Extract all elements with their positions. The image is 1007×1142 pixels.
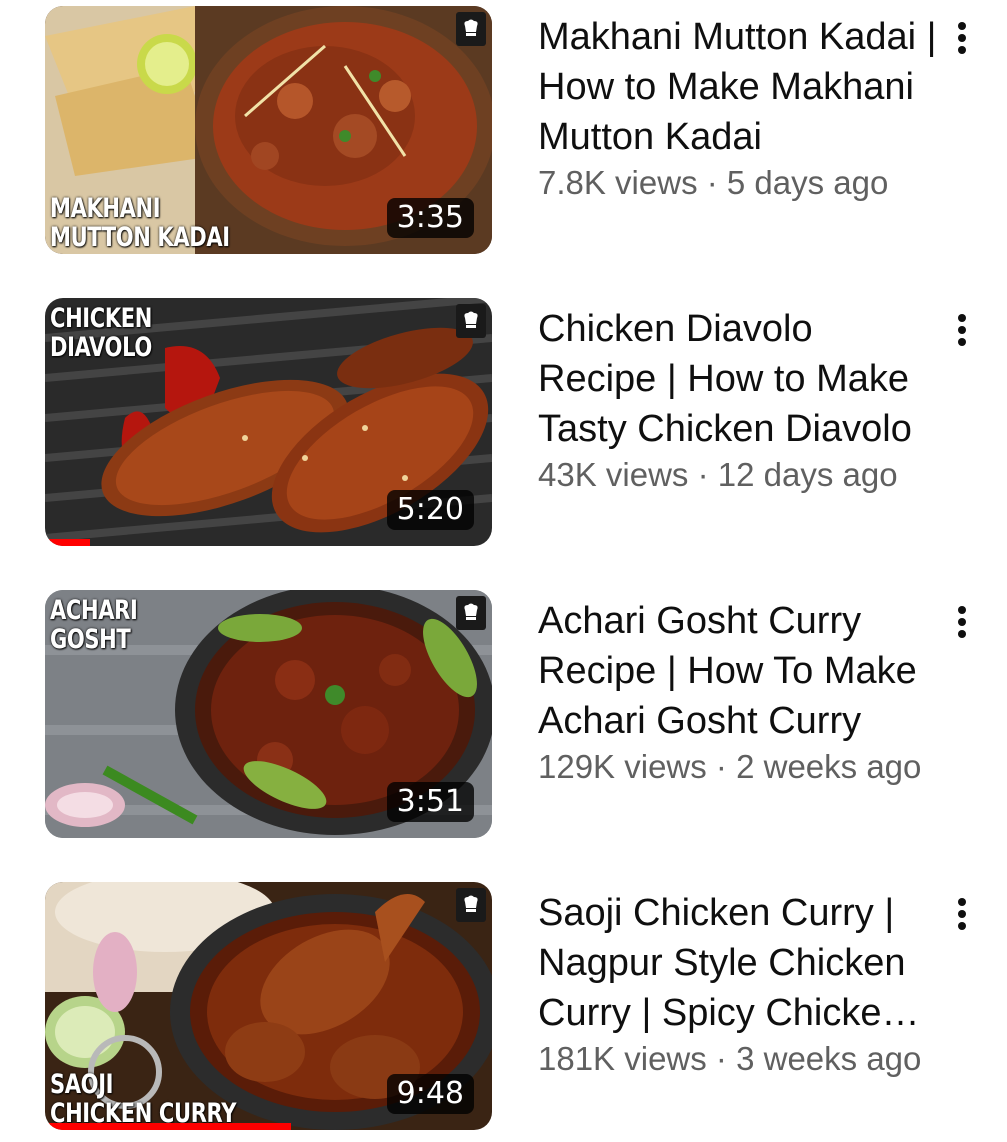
video-item[interactable]: CHICKEN DIAVOLO 5:20 Chicken Diavolo Rec… [0,298,1007,558]
meta-separator: · [688,456,718,493]
channel-logo-icon [456,304,486,338]
meta-separator: · [706,1040,737,1077]
channel-logo-icon [456,888,486,922]
overlay-line: CHICKEN [50,303,152,334]
video-info[interactable]: Achari Gosht Curry Recipe | How To Make … [538,596,938,788]
video-thumbnail[interactable]: ACHARI GOSHT 3:51 [45,590,492,838]
video-duration: 3:35 [386,198,474,238]
video-title[interactable]: Saoji Chicken Curry | Nagpur Style Chick… [538,888,938,1038]
video-info[interactable]: Saoji Chicken Curry | Nagpur Style Chick… [538,888,938,1080]
video-duration: 5:20 [386,490,474,530]
video-meta: 43K views · 12 days ago [538,454,938,496]
watch-progress-bar [45,539,90,546]
video-thumbnail[interactable]: CHICKEN DIAVOLO 5:20 [45,298,492,546]
video-meta: 7.8K views · 5 days ago [538,162,938,204]
video-title[interactable]: Makhani Mutton Kadai | How to Make Makha… [538,12,938,162]
thumbnail-overlay-text: MAKHANI MUTTON KADAI [50,194,230,252]
video-item[interactable]: ACHARI GOSHT 3:51 Achari Gosht Curry Rec… [0,590,1007,850]
overlay-line: SAOJI [50,1069,114,1100]
more-vert-icon [958,314,966,346]
upload-age: 2 weeks ago [736,748,922,785]
thumbnail-overlay-text: SAOJI CHICKEN CURRY [50,1070,236,1128]
view-count: 129K views [538,748,707,785]
view-count: 181K views [538,1040,707,1077]
overlay-line: MUTTON KADAI [50,222,230,253]
channel-logo-icon [456,12,486,46]
more-vert-icon [958,898,966,930]
overlay-line: DIAVOLO [50,332,152,363]
video-meta: 129K views · 2 weeks ago [538,746,938,788]
video-meta: 181K views · 3 weeks ago [538,1038,938,1080]
view-count: 43K views [538,456,689,493]
meta-separator: · [706,748,737,785]
more-vert-icon [958,22,966,54]
video-duration: 3:51 [386,782,474,822]
overlay-line: GOSHT [50,624,131,655]
more-options-button[interactable] [946,892,978,936]
more-vert-icon [958,606,966,638]
video-title[interactable]: Achari Gosht Curry Recipe | How To Make … [538,596,938,746]
video-info[interactable]: Makhani Mutton Kadai | How to Make Makha… [538,12,938,204]
thumbnail-overlay-text: CHICKEN DIAVOLO [50,304,152,362]
more-options-button[interactable] [946,600,978,644]
video-item[interactable]: SAOJI CHICKEN CURRY 9:48 Saoji Chicken C… [0,882,1007,1142]
video-list: MAKHANI MUTTON KADAI 3:35 Makhani Mutton… [0,0,1007,1142]
view-count: 7.8K views [538,164,698,201]
thumbnail-overlay-text: ACHARI GOSHT [50,595,138,655]
overlay-line: ACHARI [50,595,138,626]
meta-separator: · [697,164,727,201]
video-thumbnail[interactable]: SAOJI CHICKEN CURRY 9:48 [45,882,492,1130]
overlay-line: MAKHANI [50,193,161,224]
upload-age: 3 weeks ago [736,1040,922,1077]
video-thumbnail[interactable]: MAKHANI MUTTON KADAI 3:35 [45,6,492,254]
more-options-button[interactable] [946,16,978,60]
video-duration: 9:48 [386,1074,474,1114]
channel-logo-icon [456,596,486,630]
video-title[interactable]: Chicken Diavolo Recipe | How to Make Tas… [538,304,938,454]
upload-age: 12 days ago [717,456,898,493]
video-info[interactable]: Chicken Diavolo Recipe | How to Make Tas… [538,304,938,496]
more-options-button[interactable] [946,308,978,352]
watch-progress-bar [45,1123,291,1130]
upload-age: 5 days ago [726,164,889,201]
video-item[interactable]: MAKHANI MUTTON KADAI 3:35 Makhani Mutton… [0,6,1007,266]
